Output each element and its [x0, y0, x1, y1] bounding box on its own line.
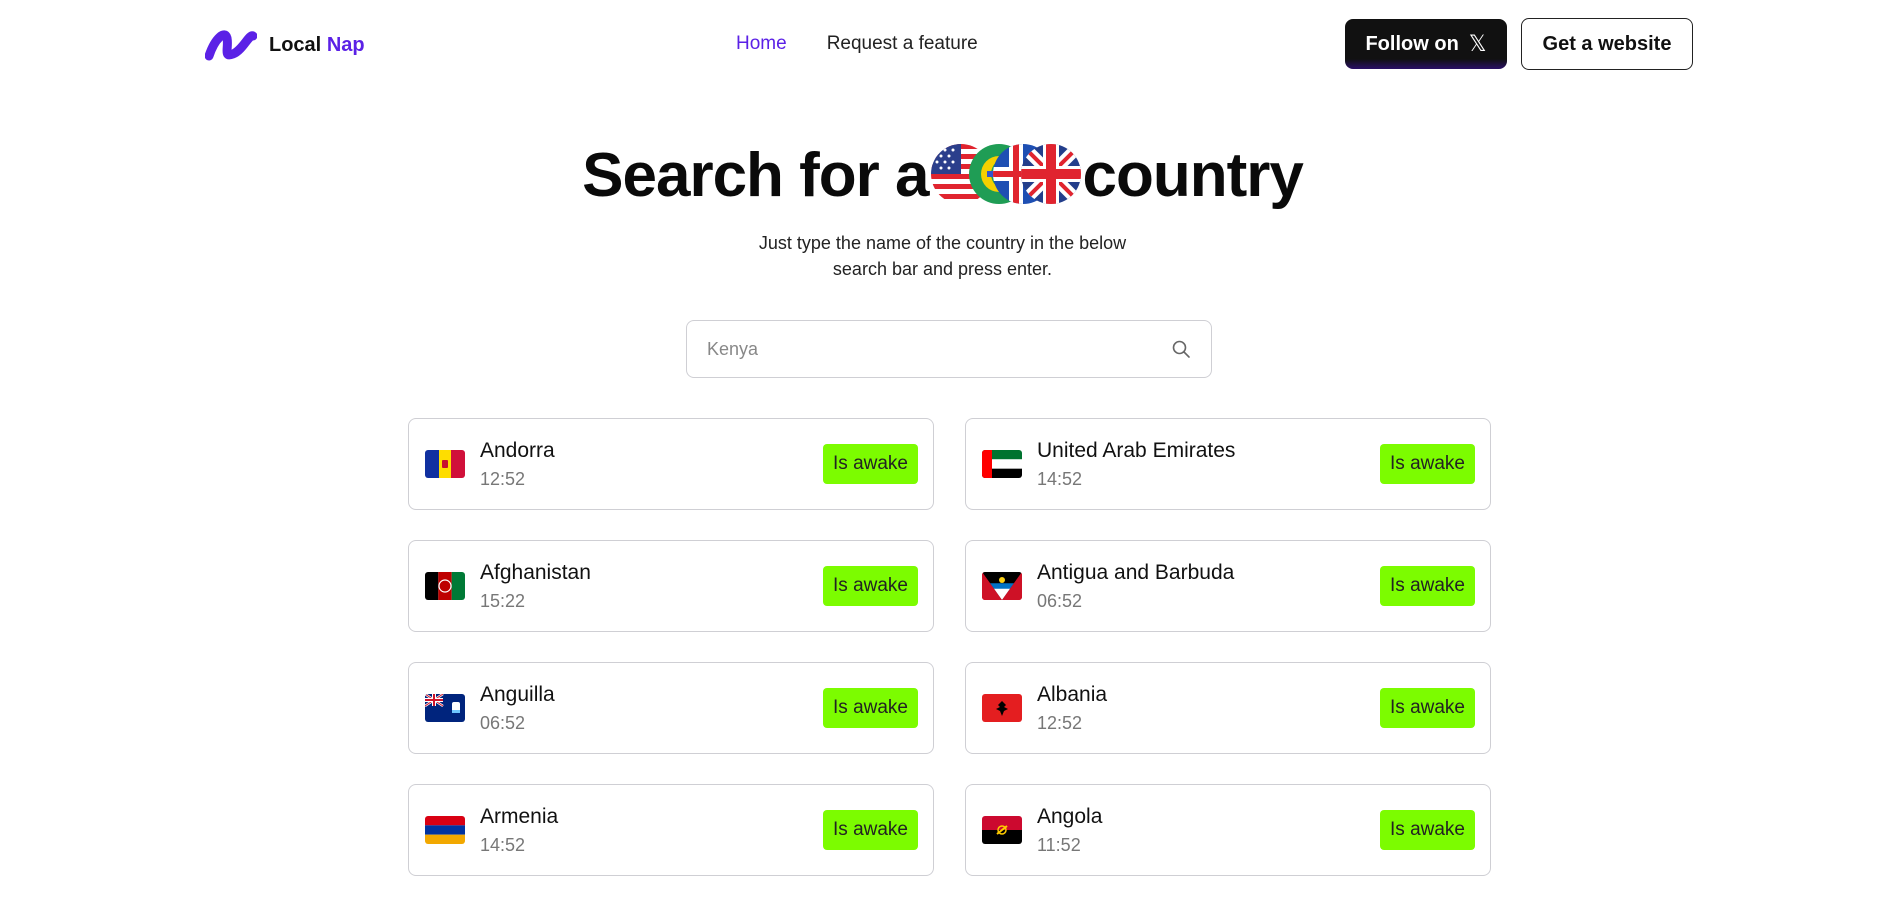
status-badge: Is awake — [1380, 688, 1475, 728]
page-subtitle: Just type the name of the country in the… — [0, 230, 1885, 282]
country-name: Armenia — [480, 804, 559, 828]
subtitle-line-2: search bar and press enter. — [832, 259, 1053, 279]
country-time: 06:52 — [1037, 590, 1083, 611]
title-after: country — [1082, 141, 1304, 210]
country-search-input[interactable] — [707, 338, 1171, 360]
country-name: Angola — [1037, 804, 1103, 828]
antigua-flag-icon — [982, 572, 1022, 600]
country-time: 06:52 — [480, 712, 526, 733]
country-card[interactable]: Albania 12:52 Is awake — [965, 662, 1491, 754]
country-time: 12:52 — [480, 468, 526, 489]
status-badge: Is awake — [1380, 566, 1475, 606]
armenia-flag-icon — [425, 816, 465, 844]
country-card[interactable]: Armenia 14:52 Is awake — [408, 784, 934, 876]
status-badge: Is awake — [823, 810, 918, 850]
country-card[interactable]: Angola 11:52 Is awake — [965, 784, 1491, 876]
country-grid: Andorra 12:52 Is awake United Arab Emira… — [408, 418, 1491, 876]
follow-on-x-button[interactable]: Follow on 𝕏 — [1345, 19, 1507, 69]
andorra-flag-icon — [425, 450, 465, 478]
country-time: 14:52 — [480, 834, 526, 855]
status-badge: Is awake — [1380, 810, 1475, 850]
search-bar — [686, 320, 1212, 378]
country-name: Afghanistan — [480, 560, 591, 584]
title-before: Search for a — [582, 141, 929, 210]
status-badge: Is awake — [1380, 444, 1475, 484]
country-name: United Arab Emirates — [1037, 438, 1236, 462]
country-card[interactable]: Anguilla 06:52 Is awake — [408, 662, 934, 754]
subtitle-line-1: Just type the name of the country in the… — [758, 233, 1127, 253]
country-time: 14:52 — [1037, 468, 1083, 489]
albania-flag-icon — [982, 694, 1022, 722]
x-logo-icon: 𝕏 — [1468, 31, 1487, 56]
country-time: 15:22 — [480, 590, 526, 611]
country-name: Andorra — [480, 438, 555, 462]
country-card[interactable]: Afghanistan 15:22 Is awake — [408, 540, 934, 632]
brand-name-part1: Local — [269, 33, 322, 56]
angola-flag-icon — [982, 816, 1022, 844]
country-time: 12:52 — [1037, 712, 1083, 733]
search-icon[interactable] — [1171, 339, 1191, 359]
country-name: Antigua and Barbuda — [1037, 560, 1235, 584]
country-name: Albania — [1037, 682, 1108, 706]
afghanistan-flag-icon — [425, 572, 465, 600]
status-badge: Is awake — [823, 444, 918, 484]
brand-name-part2: Nap — [326, 33, 365, 56]
brand-name: Local Nap — [269, 34, 365, 57]
status-badge: Is awake — [823, 566, 918, 606]
uk-flag-icon — [1020, 144, 1081, 204]
status-badge: Is awake — [823, 688, 918, 728]
logo-icon — [205, 30, 257, 61]
country-card[interactable]: United Arab Emirates 14:52 Is awake — [965, 418, 1491, 510]
uae-flag-icon — [982, 450, 1022, 478]
rotating-flags-icon — [930, 144, 1081, 204]
logo[interactable]: Local Nap — [205, 24, 365, 66]
anguilla-flag-icon — [425, 694, 465, 722]
page-title: Search for a country — [0, 140, 1885, 211]
country-name: Anguilla — [480, 682, 555, 706]
get-website-button[interactable]: Get a website — [1521, 18, 1693, 70]
country-card[interactable]: Antigua and Barbuda 06:52 Is awake — [965, 540, 1491, 632]
main-nav: Home Request a feature — [736, 33, 978, 55]
country-card[interactable]: Andorra 12:52 Is awake — [408, 418, 934, 510]
nav-home-link[interactable]: Home — [736, 33, 787, 55]
nav-request-feature-link[interactable]: Request a feature — [827, 33, 978, 55]
follow-button-label: Follow on — [1365, 32, 1459, 55]
country-time: 11:52 — [1037, 834, 1081, 855]
